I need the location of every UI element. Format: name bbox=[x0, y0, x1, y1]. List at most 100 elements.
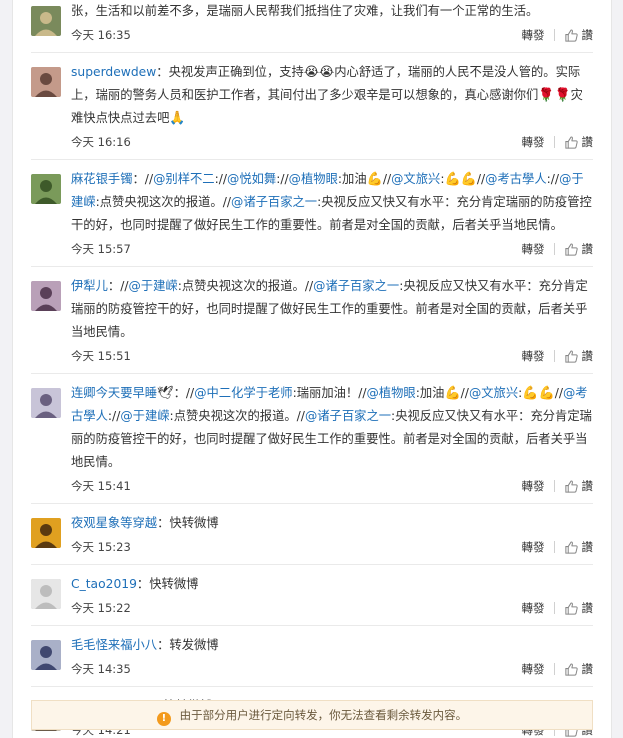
forward-button[interactable]: 轉發 bbox=[522, 345, 545, 367]
like-button[interactable]: 讚 bbox=[564, 475, 594, 497]
mention-link[interactable]: @于建嵘 bbox=[120, 409, 169, 423]
forward-button[interactable]: 轉發 bbox=[522, 536, 545, 558]
repost-item: 毛毛怪来福小八：转发微博 今天 14:35 轉發 讚 bbox=[31, 626, 593, 687]
mention-link[interactable]: @植物眼 bbox=[367, 386, 416, 400]
emoji-icon: 💪💪 bbox=[522, 386, 555, 401]
like-button[interactable]: 讚 bbox=[564, 345, 594, 367]
repost-item: 伊犁儿：//@于建嵘:点赞央视这次的报道。//@诸子百家之一:央视反应又快又有水… bbox=[31, 267, 593, 374]
repost-content: C_tao2019：快转微博 bbox=[71, 573, 593, 596]
repost-time: 今天 15:51 bbox=[71, 349, 131, 363]
mention-link[interactable]: @植物眼 bbox=[289, 172, 338, 186]
username-link[interactable]: 夜观星象等穿越 bbox=[71, 516, 157, 530]
like-button[interactable]: 讚 bbox=[564, 238, 593, 260]
repost-text: :// bbox=[546, 172, 560, 186]
action-divider bbox=[553, 541, 555, 553]
like-button[interactable]: 讚 bbox=[564, 131, 594, 153]
user-avatar[interactable] bbox=[31, 67, 61, 97]
repost-text: :加油 bbox=[337, 172, 367, 186]
repost-text: ：// bbox=[132, 172, 154, 186]
repost-actions: 轉發 讚 bbox=[522, 658, 594, 680]
mention-link[interactable]: @文旅兴 bbox=[391, 172, 440, 186]
mention-link[interactable]: @考古學人 bbox=[485, 172, 547, 186]
like-label: 讚 bbox=[581, 601, 594, 615]
action-divider bbox=[553, 29, 555, 41]
repost-item: 麻花银手镯：//@别样不二://@悦如舞://@植物眼:加油💪//@文旅兴:💪💪… bbox=[31, 160, 593, 267]
repost-text: :瑞丽加油！// bbox=[292, 386, 367, 400]
forward-button[interactable]: 轉發 bbox=[522, 475, 545, 497]
repost-list-panel: 张，生活和以前差不多，是瑞丽人民帮我们抵挡住了灾难，让我们有一个正常的生活。 今天… bbox=[12, 0, 612, 738]
username-link[interactable]: 毛毛怪来福小八 bbox=[71, 638, 157, 652]
forward-button[interactable]: 轉發 bbox=[522, 597, 545, 619]
action-divider bbox=[553, 243, 555, 255]
avatar-image-icon bbox=[31, 579, 61, 609]
username-link[interactable]: C_tao2019 bbox=[71, 577, 137, 591]
repost-meta: 今天 15:22 轉發 讚 bbox=[71, 597, 593, 619]
emoji-icon: 💪 bbox=[444, 386, 461, 401]
repost-text: // bbox=[476, 172, 486, 186]
avatar-image-icon bbox=[31, 67, 61, 97]
like-label: 讚 bbox=[581, 479, 594, 493]
mention-link[interactable]: @别样不二 bbox=[153, 172, 215, 186]
forward-button[interactable]: 轉發 bbox=[522, 24, 545, 46]
repost-meta: 今天 14:35 轉發 讚 bbox=[71, 658, 593, 680]
mention-link[interactable]: @诸子百家之一 bbox=[313, 279, 399, 293]
repost-list: 张，生活和以前差不多，是瑞丽人民帮我们抵挡住了灾难，让我们有一个正常的生活。 今天… bbox=[13, 0, 611, 738]
emoji-icon: 😭😭 bbox=[303, 65, 335, 80]
repost-actions: 轉發 讚 bbox=[522, 24, 594, 46]
emoji-icon: 🙏 bbox=[169, 111, 186, 126]
user-avatar[interactable] bbox=[31, 518, 61, 548]
mention-link[interactable]: @于建嵘 bbox=[129, 279, 178, 293]
like-label: 讚 bbox=[581, 349, 594, 363]
forward-button[interactable]: 轉發 bbox=[522, 238, 545, 260]
user-avatar[interactable] bbox=[31, 640, 61, 670]
like-button[interactable]: 讚 bbox=[564, 658, 594, 680]
repost-text: ：// bbox=[107, 279, 129, 293]
repost-time: 今天 15:57 bbox=[71, 242, 131, 256]
like-label: 讚 bbox=[581, 662, 594, 676]
repost-actions: 轉發 讚 bbox=[522, 131, 594, 153]
action-divider bbox=[553, 136, 555, 148]
avatar-image-icon bbox=[31, 640, 61, 670]
forward-button[interactable]: 轉發 bbox=[522, 658, 545, 680]
like-label: 讚 bbox=[581, 28, 594, 42]
mention-link[interactable]: @诸子百家之一 bbox=[305, 409, 391, 423]
username-link[interactable]: 伊犁儿 bbox=[71, 279, 108, 293]
repost-meta: 今天 15:51 轉發 讚 bbox=[71, 345, 593, 367]
repost-time: 今天 15:22 bbox=[71, 601, 131, 615]
repost-item: superdewdew：央视发声正确到位，支持😭😭内心舒适了，瑞丽的人民不是没人… bbox=[31, 53, 593, 160]
repost-text: ：// bbox=[173, 386, 195, 400]
repost-meta: 今天 15:41 轉發 讚 bbox=[71, 475, 593, 497]
repost-content: 伊犁儿：//@于建嵘:点赞央视这次的报道。//@诸子百家之一:央视反应又快又有水… bbox=[71, 275, 593, 344]
forward-button[interactable]: 轉發 bbox=[522, 131, 545, 153]
repost-item: 张，生活和以前差不多，是瑞丽人民帮我们抵挡住了灾难，让我们有一个正常的生活。 今天… bbox=[31, 0, 593, 53]
like-label: 讚 bbox=[581, 135, 594, 149]
action-divider bbox=[553, 663, 555, 675]
mention-link[interactable]: @文旅兴 bbox=[469, 386, 518, 400]
like-button[interactable]: 讚 bbox=[564, 536, 593, 558]
like-button[interactable]: 讚 bbox=[564, 24, 594, 46]
repost-actions: 轉發 讚 bbox=[522, 536, 594, 558]
username-link[interactable]: 连卿今天要早睡 bbox=[71, 386, 157, 400]
repost-actions: 轉發 讚 bbox=[522, 345, 594, 367]
user-avatar[interactable] bbox=[31, 174, 61, 204]
mention-link[interactable]: @诸子百家之一 bbox=[231, 195, 317, 209]
avatar-image-icon bbox=[31, 388, 61, 418]
like-button[interactable]: 讚 bbox=[564, 597, 594, 619]
avatar-image-icon bbox=[31, 518, 61, 548]
mention-link[interactable]: @悦如舞 bbox=[227, 172, 276, 186]
username-link[interactable]: superdewdew bbox=[71, 65, 156, 79]
repost-text: ：快转微博 bbox=[136, 577, 199, 591]
repost-meta: 今天 15:57 轉發 讚 bbox=[71, 238, 593, 260]
emoji-icon: 🌹🌹 bbox=[538, 88, 571, 103]
repost-content: 麻花银手镯：//@别样不二://@悦如舞://@植物眼:加油💪//@文旅兴:💪💪… bbox=[71, 168, 593, 237]
repost-content: superdewdew：央视发声正确到位，支持😭😭内心舒适了，瑞丽的人民不是没人… bbox=[71, 61, 593, 130]
action-divider bbox=[553, 602, 555, 614]
user-avatar[interactable] bbox=[31, 281, 61, 311]
mention-link[interactable]: @中二化学于老师 bbox=[194, 386, 292, 400]
username-link[interactable]: 麻花银手镯 bbox=[71, 172, 133, 186]
user-avatar[interactable] bbox=[31, 579, 61, 609]
emoji-icon: 🕊 bbox=[157, 386, 174, 401]
user-avatar[interactable] bbox=[31, 6, 61, 36]
user-avatar[interactable] bbox=[31, 388, 61, 418]
repost-time: 今天 15:23 bbox=[71, 540, 131, 554]
